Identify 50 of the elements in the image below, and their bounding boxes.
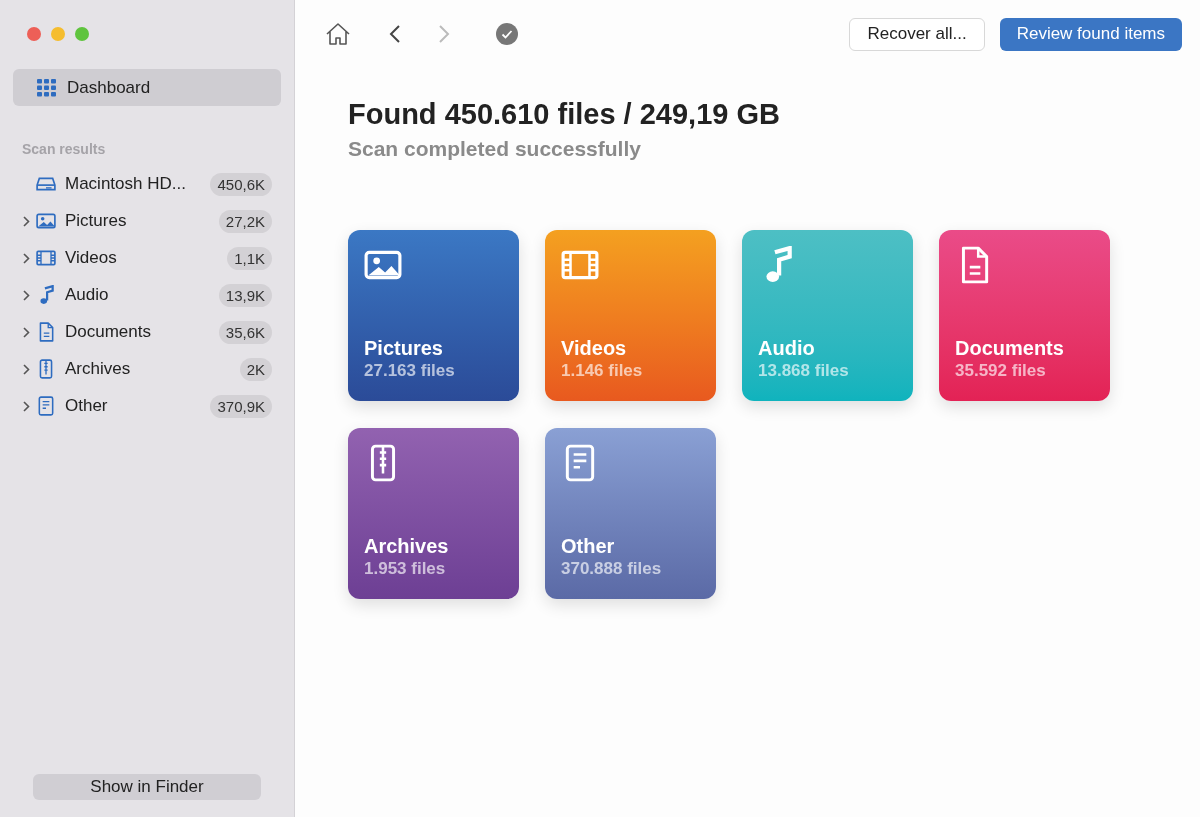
- dashboard-nav-item[interactable]: Dashboard: [13, 69, 281, 106]
- recover-all-button[interactable]: Recover all...: [849, 17, 985, 51]
- file-count: 27.163 files: [364, 359, 456, 382]
- sidebar-item[interactable]: Other: [36, 393, 211, 419]
- category-card[interactable]: Pictures 27.163 files: [348, 229, 519, 401]
- count-badge: 1,1K: [227, 246, 272, 270]
- sidebar-item[interactable]: Documents: [36, 319, 219, 345]
- chevron-icon[interactable]: [22, 215, 30, 227]
- section-title: Scan results: [22, 140, 107, 159]
- count-badge: 13,9K: [218, 283, 272, 307]
- count-badge: 27,2K: [218, 209, 272, 233]
- category-card[interactable]: Documents 35.592 files: [939, 229, 1110, 401]
- file-count: 370.888 files: [561, 557, 663, 580]
- chevron-icon[interactable]: [22, 326, 30, 338]
- count-badge: 2K: [239, 357, 272, 381]
- card-title: Pictures: [364, 335, 444, 360]
- sidebar-item[interactable]: Macintosh HD...: [36, 171, 211, 197]
- window-control-button[interactable]: [27, 27, 41, 41]
- sidebar-item[interactable]: Audio: [36, 282, 219, 308]
- file-count: 35.592 files: [955, 359, 1047, 382]
- film-icon: [36, 248, 56, 268]
- image-icon: [36, 211, 56, 231]
- sidebar-item[interactable]: Pictures: [36, 208, 219, 234]
- file-count: 13.868 files: [758, 359, 850, 382]
- count-badge: 370,9K: [210, 394, 272, 418]
- review-found-items-button[interactable]: Review found items: [999, 17, 1182, 51]
- card-title: Audio: [758, 335, 816, 360]
- checkmark-circle-icon: [496, 23, 518, 45]
- card-title: Archives: [364, 533, 450, 558]
- chevron-icon[interactable]: [22, 289, 30, 301]
- count-badge: 450,6K: [210, 172, 272, 196]
- category-card[interactable]: Archives 1.953 files: [348, 427, 519, 599]
- sidebar-item[interactable]: Videos: [36, 245, 228, 271]
- chevron-icon[interactable]: [22, 400, 30, 412]
- chevron-icon[interactable]: [22, 252, 30, 264]
- count-badge: 35,6K: [218, 320, 272, 344]
- grid-icon: [37, 78, 57, 97]
- show-in-finder-button[interactable]: Show in Finder: [33, 774, 261, 800]
- scan-summary-title: Found 450.610 files / 249,19 GB: [348, 97, 781, 132]
- category-card[interactable]: Other 370.888 files: [545, 427, 716, 599]
- chevron-icon[interactable]: [22, 363, 30, 375]
- card-title: Other: [561, 533, 616, 558]
- file-count: 1.146 files: [561, 359, 644, 382]
- scan-status-text: Scan completed successfully: [348, 136, 642, 162]
- card-title: Documents: [955, 335, 1065, 360]
- sidebar-item[interactable]: Archives: [36, 356, 240, 382]
- home-icon[interactable]: [325, 22, 351, 46]
- file-icon: [36, 396, 56, 416]
- card-title: Videos: [561, 335, 628, 360]
- file-count: 1.953 files: [364, 557, 447, 580]
